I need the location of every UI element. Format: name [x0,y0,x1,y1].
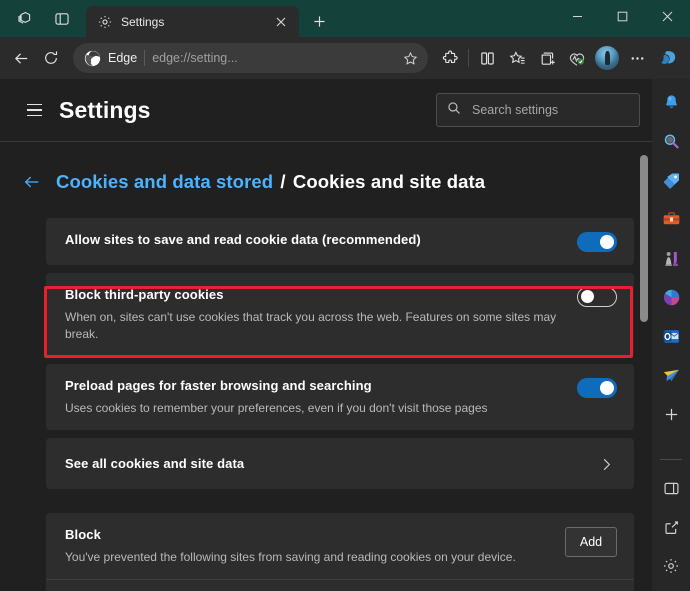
breadcrumb-parent-link[interactable]: Cookies and data stored [56,171,273,192]
games-icon[interactable] [656,243,686,273]
favorite-star-icon[interactable] [398,46,422,70]
setting-row: Preload pages for faster browsing and se… [46,364,634,430]
sidebar-toggle-icon[interactable] [656,473,686,503]
browser-toolbar: Edge edge://setting... [0,37,690,79]
settings-header: Settings [0,79,652,141]
close-icon[interactable] [271,12,291,32]
setting-row: Block You've prevented the following sit… [46,513,634,579]
extensions-icon[interactable] [435,43,465,73]
back-icon[interactable] [6,43,36,73]
copilot-workspaces-icon[interactable] [8,4,40,34]
sidebar-divider [660,459,682,460]
tab-title: Settings [121,14,165,29]
edge-sidebar [652,79,690,591]
collections-icon[interactable] [532,43,562,73]
omnibox-separator [144,50,146,66]
add-sidebar-app-icon[interactable] [656,399,686,429]
setting-row: See all cookies and site data [46,438,634,489]
setting-description: When on, sites can't use cookies that tr… [65,310,557,341]
block-third-party-cookies-card[interactable]: Block third-party cookies When on, sites… [46,273,634,356]
setting-row: Block third-party cookies When on, sites… [46,273,634,356]
titlebar-left-icons [0,0,78,37]
setting-description: Uses cookies to remember your preference… [65,401,488,415]
outlook-icon[interactable] [656,321,686,351]
block-sites-card[interactable]: Block You've prevented the following sit… [46,513,634,591]
allow-cookies-toggle[interactable] [577,232,617,252]
title-bar: Settings [0,0,690,37]
toolbar-divider [468,49,469,67]
setting-title: Block third-party cookies [65,287,224,302]
window-controls [555,0,690,32]
office-icon[interactable] [656,282,686,312]
send-plane-icon[interactable] [656,360,686,390]
tools-toolbox-icon[interactable] [656,204,686,234]
split-screen-icon[interactable] [472,43,502,73]
search-settings-box[interactable] [436,93,640,127]
breadcrumb-separator: / [280,171,286,192]
settings-page: Settings Cookies and data stored / [0,79,652,591]
chevron-right-icon[interactable] [597,455,615,473]
favorites-icon[interactable] [502,43,532,73]
omnibox-brand-label: Edge [108,51,138,65]
browser-essentials-icon[interactable] [562,43,592,73]
address-bar[interactable]: Edge edge://setting... [73,43,428,73]
edge-logo-icon [84,50,101,67]
breadcrumb-current: Cookies and site data [292,171,486,192]
search-icon[interactable] [656,126,686,156]
settings-scroll-area[interactable]: Cookies and data stored / Cookies and si… [0,142,652,591]
new-tab-button[interactable] [304,6,334,36]
setting-title: Allow sites to save and read cookie data… [65,232,421,247]
hamburger-menu-icon[interactable] [18,94,50,126]
refresh-icon[interactable] [36,43,66,73]
preload-pages-toggle[interactable] [577,378,617,398]
block-empty-text: No sites added [46,580,634,591]
settings-and-more-icon[interactable] [622,43,652,73]
search-input[interactable] [472,103,629,117]
settings-gear-favicon [97,14,113,30]
copilot-icon[interactable] [654,43,684,73]
omnibox-url[interactable]: edge://setting... [152,51,391,65]
scrollbar-thumb[interactable] [640,155,648,322]
setting-description: You've prevented the following sites fro… [65,550,516,564]
close-button[interactable] [645,0,690,32]
notifications-bell-icon[interactable] [656,87,686,117]
setting-row: Allow sites to save and read cookie data… [46,218,634,265]
profile-avatar[interactable] [595,46,619,70]
page-scrollbar[interactable] [639,141,649,590]
back-arrow-icon[interactable] [22,172,42,192]
minimize-button[interactable] [555,0,600,32]
setting-title: See all cookies and site data [65,455,245,471]
setting-title: Preload pages for faster browsing and se… [65,378,372,393]
open-in-new-window-icon[interactable] [656,512,686,542]
preload-pages-card[interactable]: Preload pages for faster browsing and se… [46,364,634,430]
setting-title: Block [65,527,101,542]
breadcrumb: Cookies and data stored / Cookies and si… [0,142,652,193]
maximize-button[interactable] [600,0,645,32]
allow-cookies-card[interactable]: Allow sites to save and read cookie data… [46,218,634,265]
page-title: Settings [59,96,151,123]
tab-actions-icon[interactable] [46,4,78,34]
see-all-cookies-card[interactable]: See all cookies and site data [46,438,634,489]
block-third-party-cookies-toggle[interactable] [577,287,617,307]
add-button[interactable]: Add [565,527,617,557]
sidebar-settings-gear-icon[interactable] [656,551,686,581]
tab-settings[interactable]: Settings [86,6,299,37]
shopping-tag-icon[interactable] [656,165,686,195]
search-icon [447,101,461,120]
